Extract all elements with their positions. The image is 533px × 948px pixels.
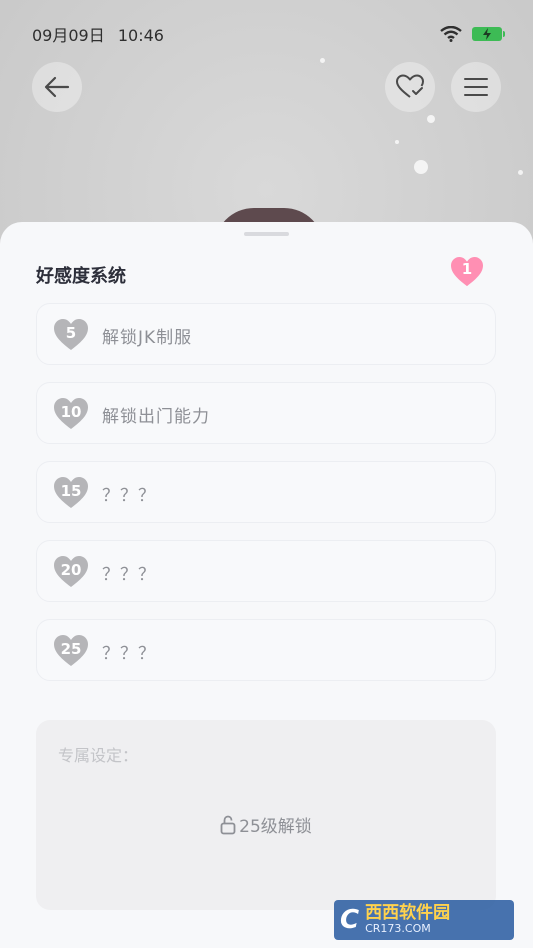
sparkle <box>320 58 325 63</box>
status-bar: 09月09日 10:46 <box>32 22 505 46</box>
reward-item: 25 ？？？ <box>36 619 496 681</box>
watermark-name: 西西软件园 <box>365 903 451 924</box>
level-value: 10 <box>60 403 82 421</box>
status-icons <box>440 26 505 42</box>
back-arrow-icon <box>44 76 70 98</box>
reward-label: ？？？ <box>102 486 156 506</box>
lock-icon <box>220 815 236 835</box>
affection-panel: 好感度系统 1 5 解锁JK制服 10 解锁出门能力 15 ？？？ 20 ？？？… <box>0 222 533 948</box>
heart-check-icon <box>396 74 424 98</box>
watermark-url: CR173.COM <box>365 922 431 936</box>
reward-label: ？？？ <box>102 565 156 585</box>
level-heart: 10 <box>53 397 89 431</box>
battery-icon <box>472 27 505 41</box>
favorite-button[interactable] <box>385 62 435 112</box>
status-time: 10:46 <box>117 26 164 45</box>
reward-item: 5 解锁JK制服 <box>36 303 496 365</box>
level-heart: 20 <box>53 555 89 589</box>
current-level-badge: 1 <box>450 256 484 288</box>
level-heart: 5 <box>53 318 89 352</box>
sparkle <box>427 115 435 123</box>
sparkle <box>414 160 428 174</box>
reward-item: 15 ？？？ <box>36 461 496 523</box>
level-value: 25 <box>60 640 82 658</box>
sparkle <box>395 140 399 144</box>
site-watermark: C 西西软件园 CR173.COM <box>334 900 514 940</box>
current-level-value: 1 <box>461 260 473 278</box>
unlock-hint: 25级解锁 <box>36 812 496 837</box>
back-button[interactable] <box>32 62 82 112</box>
level-value: 5 <box>65 324 77 342</box>
exclusive-settings-label: 专属设定： <box>58 746 139 765</box>
level-value: 20 <box>60 561 82 579</box>
unlock-hint-text: 25级解锁 <box>239 817 312 837</box>
sparkle <box>518 170 523 175</box>
reward-item: 10 解锁出门能力 <box>36 382 496 444</box>
reward-label: ？？？ <box>102 644 156 664</box>
reward-item: 20 ？？？ <box>36 540 496 602</box>
status-datetime: 09月09日 10:46 <box>32 22 164 46</box>
status-date: 09月09日 <box>32 26 105 45</box>
drag-handle[interactable] <box>244 232 289 236</box>
watermark-logo: C <box>340 905 360 935</box>
wifi-icon <box>440 26 462 42</box>
watermark-text: 西西软件园 CR173.COM <box>365 903 451 936</box>
panel-title: 好感度系统 <box>36 266 126 287</box>
exclusive-settings-card: 专属设定： 25级解锁 <box>36 720 496 910</box>
level-value: 15 <box>60 482 82 500</box>
menu-button[interactable] <box>451 62 501 112</box>
menu-icon <box>464 78 488 96</box>
reward-label: 解锁出门能力 <box>102 407 210 427</box>
level-heart: 25 <box>53 634 89 668</box>
reward-label: 解锁JK制服 <box>102 328 193 348</box>
level-heart: 15 <box>53 476 89 510</box>
